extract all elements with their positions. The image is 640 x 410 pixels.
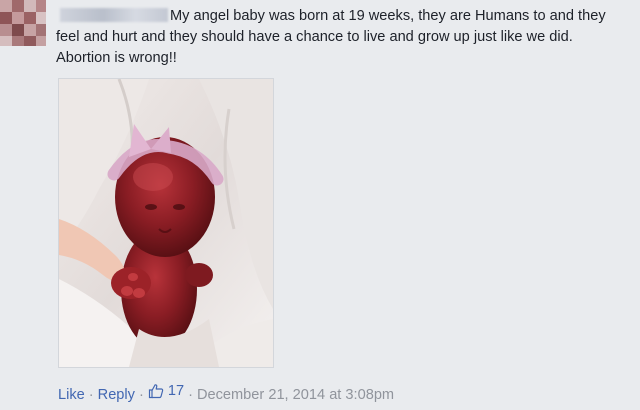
separator: · [138, 387, 144, 403]
like-count: 17 [167, 383, 185, 399]
comment: My angel baby was born at 19 weeks, they… [0, 0, 640, 410]
like-count-button[interactable]: 17 [148, 381, 184, 401]
timestamp[interactable]: December 21, 2014 at 3:08pm [197, 387, 394, 403]
separator: · [88, 387, 94, 403]
like-link[interactable]: Like [58, 387, 85, 403]
comment-photo[interactable] [58, 78, 274, 368]
comment-text: My angel baby was born at 19 weeks, they… [56, 8, 610, 66]
avatar[interactable] [0, 0, 46, 46]
newborn-photo [59, 79, 273, 367]
thumbs-up-icon [148, 384, 164, 399]
separator: · [188, 387, 193, 403]
comment-actions: Like · Reply · 17 · December 21, 2014 at 3:08p… [58, 381, 394, 405]
reply-link[interactable]: Reply [98, 387, 135, 403]
